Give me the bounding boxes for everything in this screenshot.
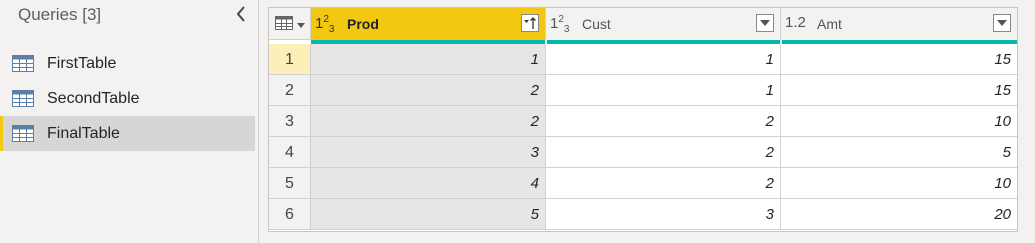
chevron-left-icon [236, 6, 245, 22]
table-cell[interactable]: 10 [781, 168, 1017, 199]
chevron-down-icon [297, 23, 305, 28]
filter-dropdown-button[interactable] [521, 14, 539, 32]
table-cell[interactable]: 2 [546, 106, 781, 137]
table-cell[interactable]: 15 [781, 44, 1017, 75]
query-item-firsttable[interactable]: FirstTable [0, 46, 255, 81]
column-name: Amt [817, 16, 842, 32]
table-icon [12, 90, 34, 107]
data-grid: 123 Prod 123 Cust 1.2 Amt 1 1 1 15 2 2 1… [268, 7, 1018, 232]
column-header-amt[interactable]: 1.2 Amt [781, 8, 1017, 40]
table-cell[interactable]: 1 [546, 44, 781, 75]
row-number[interactable]: 6 [269, 199, 311, 230]
column-name: Prod [347, 16, 379, 32]
table-cell[interactable]: 2 [546, 137, 781, 168]
row-number[interactable]: 3 [269, 106, 311, 137]
whole-number-type-icon[interactable]: 123 [315, 14, 334, 35]
table-cell[interactable]: 15 [781, 75, 1017, 106]
table-cell[interactable]: 4 [311, 168, 546, 199]
table-icon [275, 16, 293, 30]
row-number[interactable]: 5 [269, 168, 311, 199]
query-item-secondtable[interactable]: SecondTable [0, 81, 255, 116]
row-number[interactable]: 4 [269, 137, 311, 168]
row-number[interactable]: 1 [269, 44, 311, 75]
column-name: Cust [582, 16, 611, 32]
table-cell[interactable]: 5 [781, 137, 1017, 168]
table-icon [12, 125, 34, 142]
filter-dropdown-button[interactable] [993, 14, 1011, 32]
chevron-down-icon [760, 20, 770, 26]
table-cell[interactable]: 2 [311, 106, 546, 137]
table-cell[interactable]: 1 [546, 75, 781, 106]
collapse-pane-button[interactable] [232, 4, 250, 24]
table-cell[interactable]: 2 [311, 75, 546, 106]
column-header-prod[interactable]: 123 Prod [311, 8, 546, 40]
decimal-number-type-icon[interactable]: 1.2 [785, 14, 806, 31]
query-item-label: SecondTable [47, 89, 140, 107]
chevron-down-icon [997, 20, 1007, 26]
table-menu-button[interactable] [269, 8, 311, 40]
whole-number-type-icon[interactable]: 123 [550, 14, 569, 35]
sort-ascending-icon [524, 17, 536, 29]
table-cell[interactable]: 10 [781, 106, 1017, 137]
query-item-label: FinalTable [47, 124, 120, 142]
table-icon [12, 55, 34, 72]
table-cell[interactable]: 3 [311, 137, 546, 168]
table-cell[interactable]: 1 [311, 44, 546, 75]
queries-title: Queries [3] [18, 5, 102, 24]
query-item-label: FirstTable [47, 54, 117, 72]
table-cell[interactable]: 5 [311, 199, 546, 230]
column-header-cust[interactable]: 123 Cust [546, 8, 781, 40]
table-cell[interactable]: 2 [546, 168, 781, 199]
queries-pane: Queries [3] FirstTable SecondTable Final… [0, 0, 259, 243]
table-cell[interactable]: 3 [546, 199, 781, 230]
table-cell[interactable]: 20 [781, 199, 1017, 230]
row-number[interactable]: 2 [269, 75, 311, 106]
query-item-finaltable[interactable]: FinalTable [0, 116, 255, 151]
filter-dropdown-button[interactable] [756, 14, 774, 32]
